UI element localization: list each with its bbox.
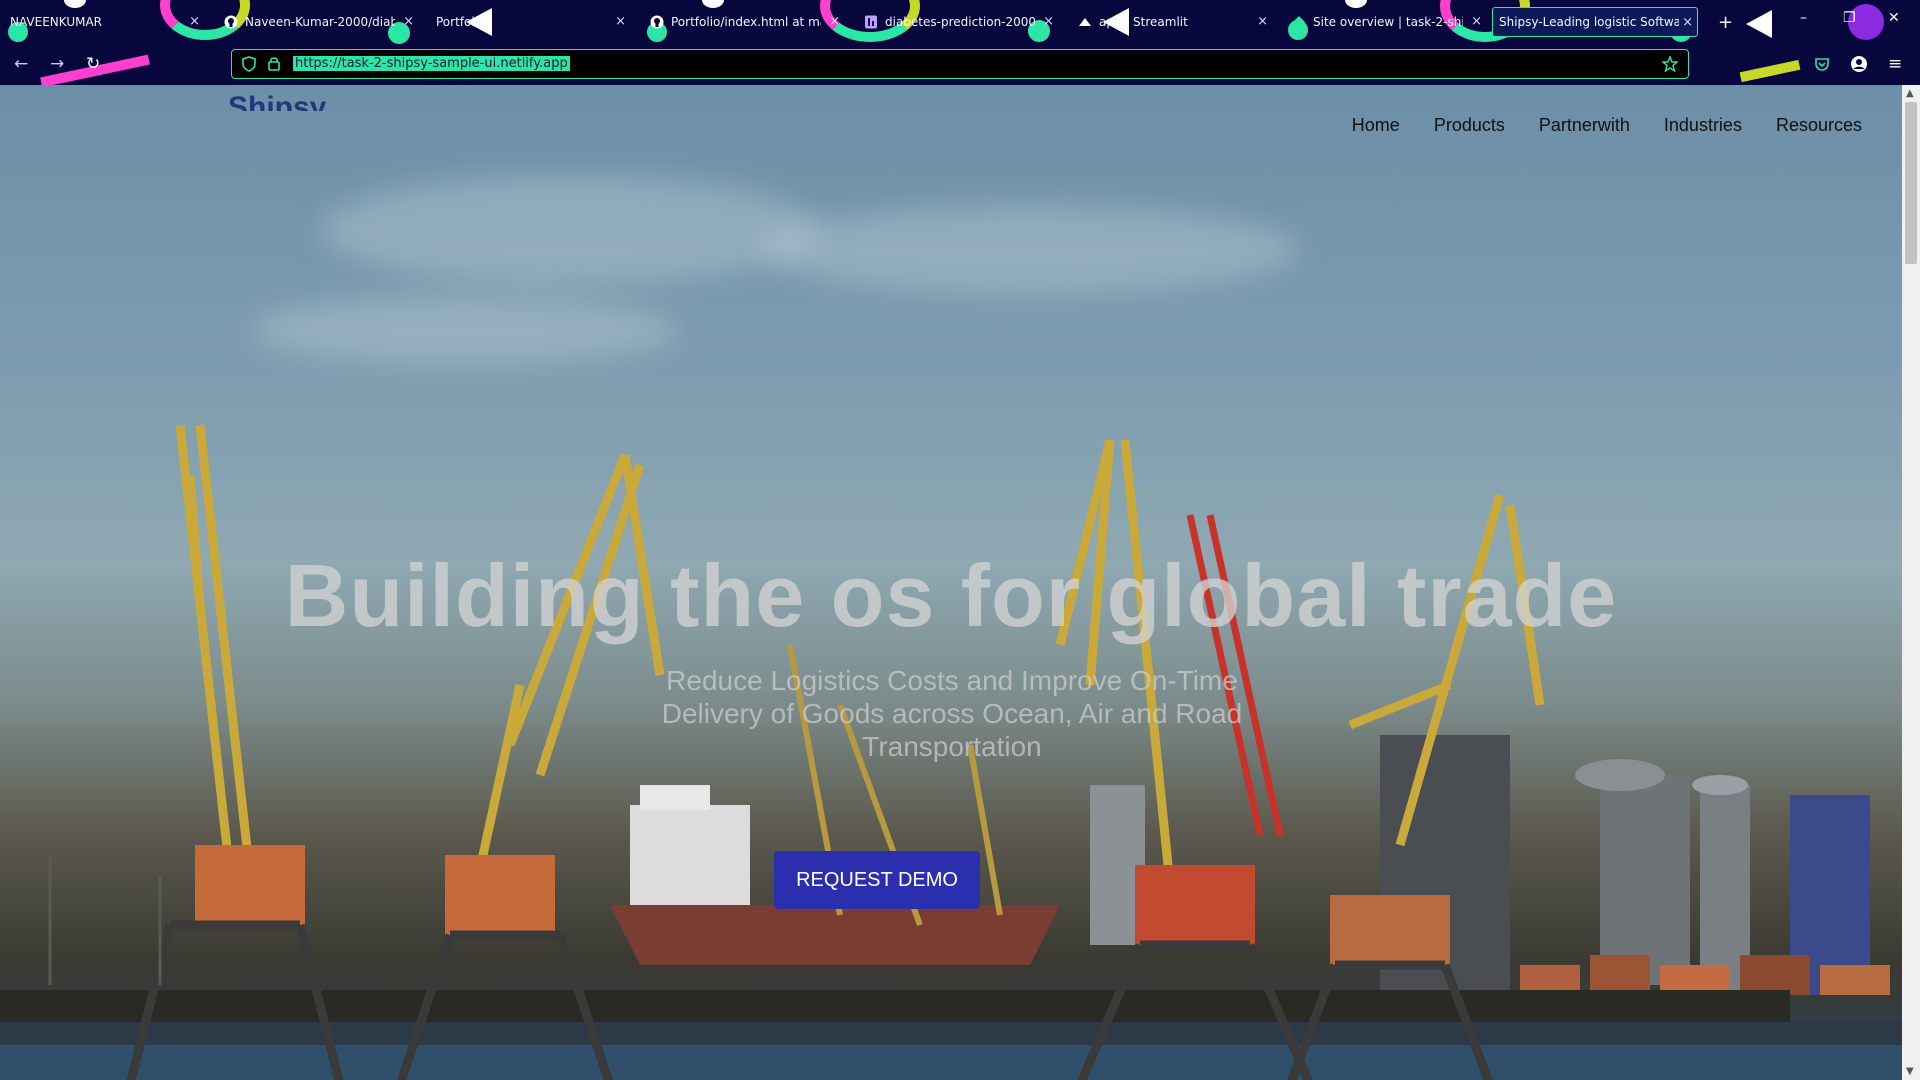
tab-close-icon[interactable]: × xyxy=(829,14,840,29)
tab-close-icon[interactable]: × xyxy=(1471,14,1482,29)
scroll-down-arrow-icon[interactable]: ▼ xyxy=(1906,1066,1914,1077)
streamlit-icon xyxy=(1078,15,1092,29)
theme-decoration xyxy=(1746,10,1772,38)
site-logo[interactable]: Shipsy xyxy=(228,91,326,111)
scroll-thumb[interactable] xyxy=(1905,102,1917,264)
browser-toolbar: ← → ↻ https://task-2-shipsy-sample-ui.ne… xyxy=(0,44,1920,85)
new-tab-button[interactable]: + xyxy=(1712,7,1742,37)
tab-close-icon[interactable]: × xyxy=(1043,14,1054,29)
scroll-up-arrow-icon[interactable]: ▲ xyxy=(1906,88,1914,99)
menu-button[interactable]: ≡ xyxy=(1888,54,1902,74)
page-scrollbar[interactable]: ▲ ▼ xyxy=(1902,85,1920,1080)
bookmark-star-icon[interactable] xyxy=(1661,55,1679,75)
hero-subtitle: Reduce Logistics Costs and Improve On-Ti… xyxy=(661,665,1243,762)
netlify-icon xyxy=(1292,15,1306,29)
forward-button[interactable]: → xyxy=(50,54,64,74)
nav-resources[interactable]: Resources xyxy=(1776,115,1862,136)
theme-decoration xyxy=(1739,59,1801,83)
restore-button[interactable]: ❐ xyxy=(1843,10,1856,26)
account-icon[interactable] xyxy=(1850,55,1868,78)
tab[interactable]: Portfolio × xyxy=(430,7,630,37)
address-bar[interactable]: https://task-2-shipsy-sample-ui.netlify.… xyxy=(231,49,1689,79)
tab-label: NAVEENKUMAR xyxy=(10,15,102,29)
nav-industries[interactable]: Industries xyxy=(1664,115,1742,136)
close-window-button[interactable]: ✕ xyxy=(1888,10,1900,26)
tab-label: app · Streamlit xyxy=(1099,15,1188,29)
github-icon xyxy=(224,15,238,29)
tab-close-icon[interactable]: × xyxy=(189,14,200,29)
tab-label: diabetes-prediction-2000 | H xyxy=(885,15,1035,29)
tab-close-icon[interactable]: × xyxy=(615,14,626,29)
back-button[interactable]: ← xyxy=(14,54,28,74)
browser-tab-bar: NAVEENKUMAR × Naveen-Kumar-2000/diabe × … xyxy=(0,0,1920,44)
nav-home[interactable]: Home xyxy=(1352,115,1400,136)
tab[interactable]: Site overview | task-2-ship × xyxy=(1286,7,1486,37)
tab-label: Portfolio/index.html at ma xyxy=(671,15,821,29)
tab-label: Shipsy-Leading logistic Software xyxy=(1499,15,1679,29)
shield-icon[interactable] xyxy=(242,56,256,75)
request-demo-button[interactable]: REQUEST DEMO xyxy=(774,851,980,909)
tab[interactable]: diabetes-prediction-2000 | H × xyxy=(858,7,1058,37)
tab-label: Portfolio xyxy=(436,15,486,29)
tab-label: Naveen-Kumar-2000/diabe xyxy=(245,15,395,29)
tab[interactable]: Naveen-Kumar-2000/diabe × xyxy=(218,7,418,37)
pocket-icon[interactable] xyxy=(1814,56,1830,77)
lock-icon[interactable] xyxy=(268,56,280,74)
github-icon xyxy=(650,15,664,29)
tab-close-icon[interactable]: × xyxy=(1682,15,1693,30)
site-nav: Home Products Partnerwith Industries Res… xyxy=(1352,115,1862,136)
hero-section: Shipsy Home Products Partnerwith Industr… xyxy=(0,85,1902,1080)
minimize-button[interactable]: – xyxy=(1800,10,1807,26)
tab-close-icon[interactable]: × xyxy=(403,14,414,29)
tab[interactable]: NAVEENKUMAR × xyxy=(4,7,204,37)
reload-button[interactable]: ↻ xyxy=(86,54,100,74)
hero-title: Building the os for global trade xyxy=(284,546,1618,645)
tab-label: Site overview | task-2-ship xyxy=(1313,15,1463,29)
tab[interactable]: app · Streamlit × xyxy=(1072,7,1272,37)
nav-partnerwith[interactable]: Partnerwith xyxy=(1539,115,1630,136)
nav-products[interactable]: Products xyxy=(1434,115,1505,136)
url-text[interactable]: https://task-2-shipsy-sample-ui.netlify.… xyxy=(293,56,570,71)
heroku-icon xyxy=(864,15,878,29)
tab-active[interactable]: Shipsy-Leading logistic Software × xyxy=(1492,7,1698,37)
tab[interactable]: Portfolio/index.html at ma × xyxy=(644,7,844,37)
tab-close-icon[interactable]: × xyxy=(1257,14,1268,29)
